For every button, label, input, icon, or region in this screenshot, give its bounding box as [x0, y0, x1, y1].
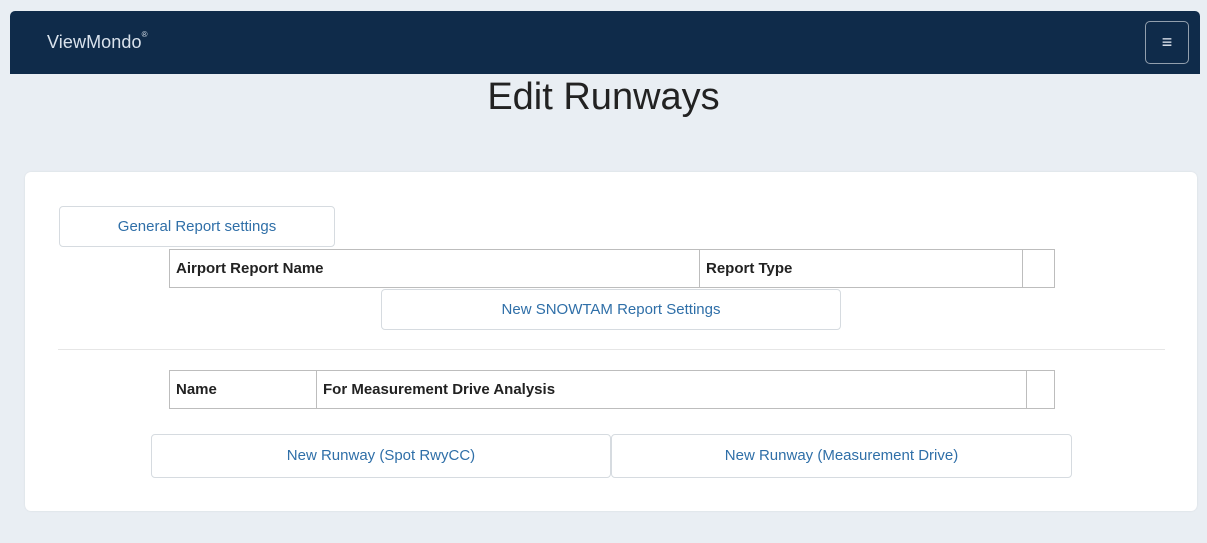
brand-logo[interactable]: ViewMondo® — [47, 30, 148, 53]
new-snowtam-report-settings-button[interactable]: New SNOWTAM Report Settings — [381, 289, 841, 330]
column-header-report-type: Report Type — [699, 249, 1023, 288]
registered-mark: ® — [141, 30, 148, 39]
general-report-settings-button[interactable]: General Report settings — [59, 206, 335, 247]
page-title: Edit Runways — [487, 76, 720, 118]
runway-settings-card: General Report settings Airport Report N… — [25, 172, 1197, 511]
column-header-actions — [1026, 370, 1055, 409]
brand-name: ViewMondo — [47, 32, 142, 52]
column-header-actions — [1022, 249, 1055, 288]
section-divider — [58, 349, 1165, 350]
report-settings-table: Airport Report Name Report Type — [169, 249, 1055, 288]
table-header-row: Airport Report Name Report Type — [169, 249, 1055, 288]
column-header-measurement-drive: For Measurement Drive Analysis — [316, 370, 1027, 409]
new-runway-spot-button[interactable]: New Runway (Spot RwyCC) — [151, 434, 611, 478]
menu-toggle-button[interactable]: ≡ — [1145, 21, 1189, 64]
hamburger-menu-icon: ≡ — [1161, 32, 1173, 52]
column-header-name: Name — [169, 370, 317, 409]
runways-table: Name For Measurement Drive Analysis — [169, 370, 1055, 409]
column-header-airport-report-name: Airport Report Name — [169, 249, 700, 288]
new-runway-measurement-drive-button[interactable]: New Runway (Measurement Drive) — [611, 434, 1072, 478]
table-header-row: Name For Measurement Drive Analysis — [169, 370, 1055, 409]
top-navbar: ViewMondo® ≡ — [10, 11, 1200, 74]
